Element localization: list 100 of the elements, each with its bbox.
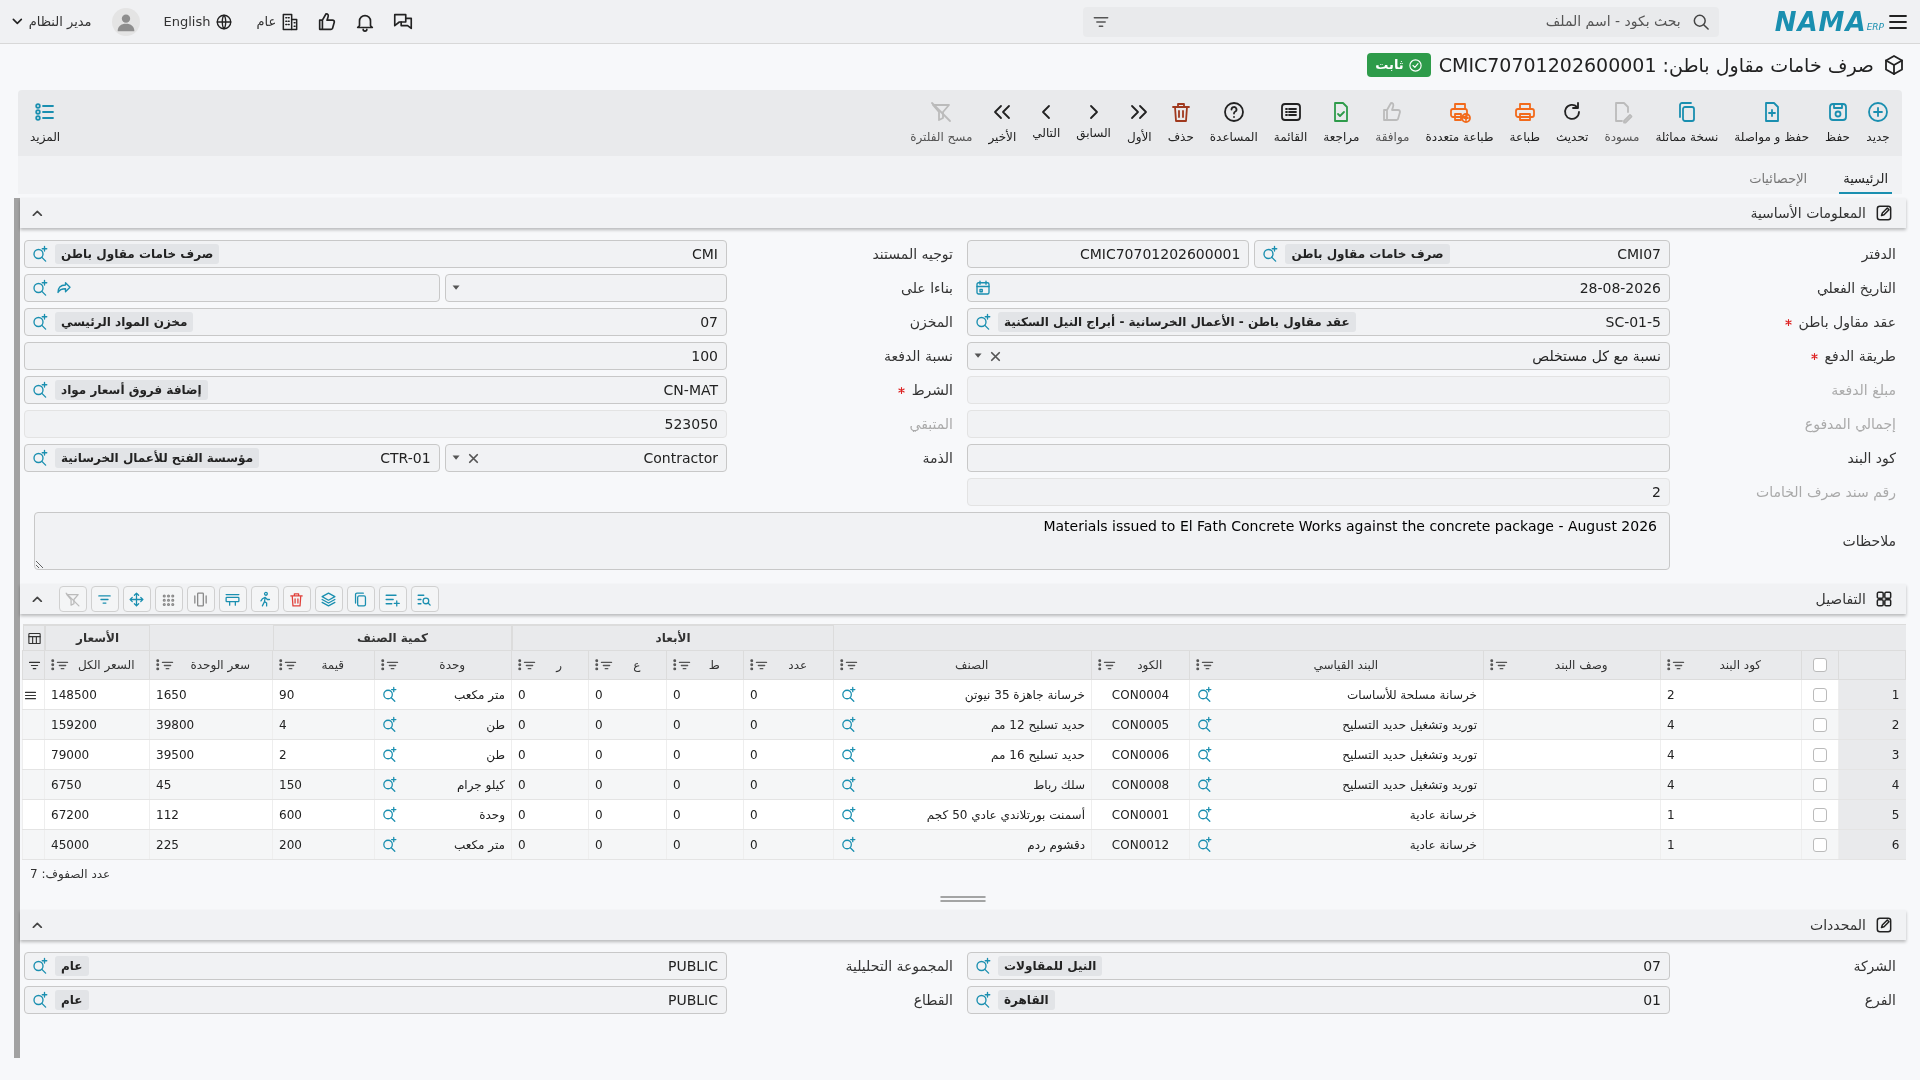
kebab-icon[interactable] <box>381 659 385 671</box>
toolbar-button[interactable]: السابق <box>1072 100 1115 146</box>
dropdown-field[interactable]: نسبة مع كل مستخلص <box>967 342 1670 370</box>
toolbar-button[interactable]: الأول <box>1122 96 1156 150</box>
toolbar-button[interactable]: طباعة متعددة <box>1421 96 1498 150</box>
avatar[interactable] <box>111 7 140 36</box>
search-icon[interactable] <box>974 991 992 1009</box>
search-icon[interactable] <box>1196 806 1213 823</box>
toolbar-button[interactable]: المساعدة <box>1205 96 1262 150</box>
checkbox[interactable] <box>1813 837 1827 852</box>
search-icon[interactable] <box>840 746 857 763</box>
kebab-icon[interactable] <box>673 659 677 671</box>
search-icon[interactable] <box>840 836 857 853</box>
search-icon[interactable] <box>31 957 49 975</box>
search-icon[interactable] <box>381 686 398 703</box>
toolbar-button[interactable]: حفظ و مواصلة <box>1730 96 1814 150</box>
kebab-icon[interactable] <box>750 659 754 671</box>
search-box[interactable]: بحث بكود - اسم الملف <box>1082 6 1719 37</box>
search-icon[interactable] <box>381 776 398 793</box>
user-name[interactable]: مدير النظام <box>28 11 92 32</box>
checkbox[interactable] <box>1813 807 1827 822</box>
search-icon[interactable] <box>31 449 49 467</box>
grid-tool-button[interactable] <box>122 586 151 612</box>
table-icon[interactable] <box>26 630 42 646</box>
language-link[interactable]: English <box>163 11 211 32</box>
tab[interactable]: الإحصائيات <box>1745 162 1812 194</box>
kebab-icon[interactable] <box>1196 659 1200 671</box>
kebab-icon[interactable] <box>51 659 55 671</box>
search-icon[interactable] <box>1196 836 1213 853</box>
toolbar-button[interactable]: حذف <box>1163 96 1198 150</box>
caret-icon[interactable] <box>12 18 23 25</box>
search-icon[interactable] <box>381 836 398 853</box>
kebab-icon[interactable] <box>1098 659 1102 671</box>
search-icon[interactable] <box>381 806 398 823</box>
search-icon[interactable] <box>840 716 857 733</box>
input-field[interactable]: CMIC70701202600001 <box>967 240 1250 268</box>
caret-icon[interactable] <box>451 285 460 291</box>
tab[interactable]: الرئيسية <box>1839 162 1892 194</box>
toolbar-button[interactable]: تحديث <box>1551 96 1593 150</box>
caret-icon[interactable] <box>451 455 460 461</box>
search-icon[interactable] <box>1261 245 1280 263</box>
grid-tool-button[interactable] <box>282 586 311 612</box>
kebab-icon[interactable] <box>1667 659 1671 671</box>
grid-tool-button[interactable] <box>314 586 343 612</box>
checkbox[interactable] <box>1813 777 1827 792</box>
toolbar-button[interactable]: التالي <box>1028 100 1065 146</box>
toolbar-button[interactable]: طباعة <box>1505 96 1544 150</box>
input-field[interactable] <box>967 444 1670 472</box>
search-icon[interactable] <box>974 313 992 331</box>
more-button[interactable]: المزيد <box>26 96 65 150</box>
grid-tool-button[interactable] <box>186 586 215 612</box>
checkbox[interactable] <box>1813 717 1827 732</box>
kebab-icon[interactable] <box>518 659 522 671</box>
input-field[interactable]: 100 <box>24 342 727 370</box>
grid-tool-button[interactable] <box>218 586 247 612</box>
search-icon[interactable] <box>974 957 992 975</box>
grid-tool-button[interactable] <box>346 586 375 612</box>
grid-tool-button[interactable] <box>378 586 407 612</box>
grid-tool-button[interactable] <box>154 586 183 612</box>
resize-handle[interactable] <box>939 894 987 904</box>
kebab-icon[interactable] <box>156 659 160 671</box>
search-icon[interactable] <box>840 776 857 793</box>
kebab-icon[interactable] <box>279 659 283 671</box>
toolbar-button[interactable]: جديد <box>1862 96 1894 150</box>
toolbar-button[interactable]: حفظ <box>1821 96 1854 150</box>
kebab-icon[interactable] <box>595 659 599 671</box>
grid-tool-button[interactable] <box>90 586 119 612</box>
grid-tool-button[interactable] <box>410 586 439 612</box>
search-icon[interactable] <box>1196 686 1213 703</box>
dropdown-field[interactable]: Contractor <box>444 444 727 472</box>
checkbox[interactable] <box>1813 747 1827 762</box>
search-icon[interactable] <box>31 381 49 399</box>
collapse-icon[interactable] <box>32 595 43 603</box>
toolbar-button[interactable]: نسخة مماثلة <box>1651 96 1723 150</box>
kebab-icon[interactable] <box>840 659 844 671</box>
search-icon[interactable] <box>31 279 49 297</box>
search-icon[interactable] <box>840 806 857 823</box>
search-icon[interactable] <box>31 313 49 331</box>
search-icon[interactable] <box>1196 746 1213 763</box>
search-icon[interactable] <box>1196 776 1213 793</box>
toolbar-button[interactable]: الأخير <box>984 96 1021 150</box>
notes-field[interactable]: Materials issued to El Fath Concrete Works against the concrete package - August 2026 <box>34 512 1670 570</box>
caret-icon[interactable] <box>974 353 983 359</box>
dropdown-field[interactable] <box>444 274 727 302</box>
collapse-icon[interactable] <box>32 209 43 217</box>
search-field[interactable]: بحث بكود - اسم الملف <box>1118 10 1683 33</box>
checkbox[interactable] <box>1813 687 1827 702</box>
search-icon[interactable] <box>1196 716 1213 733</box>
search-icon[interactable] <box>31 245 49 263</box>
globe-icon[interactable] <box>214 12 233 31</box>
search-icon[interactable] <box>381 716 398 733</box>
toolbar-button[interactable]: القائمة <box>1269 96 1312 150</box>
calendar-icon[interactable] <box>974 279 992 297</box>
search-icon[interactable] <box>381 746 398 763</box>
search-icon[interactable] <box>840 686 857 703</box>
checkbox[interactable] <box>1813 658 1827 672</box>
grid-tool-button[interactable] <box>250 586 279 612</box>
search-icon[interactable] <box>31 991 49 1009</box>
date-field[interactable]: 28-08-2026 <box>967 274 1670 302</box>
lookup-field[interactable] <box>24 274 440 302</box>
